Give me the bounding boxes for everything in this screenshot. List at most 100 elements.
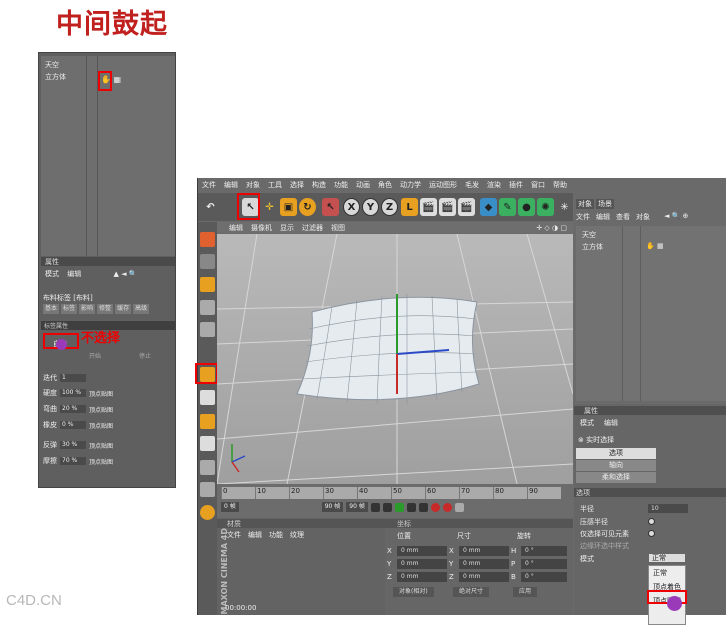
axis-mode-icon[interactable] — [200, 300, 215, 315]
om-menu-file[interactable]: 文件 — [576, 212, 590, 222]
menu-file[interactable]: 文件 — [202, 180, 216, 190]
object-item-cube[interactable]: 立方体 — [582, 242, 603, 252]
soft-selection-tab[interactable]: 柔和选择 — [576, 472, 656, 483]
menu-animate[interactable]: 动画 — [356, 180, 370, 190]
render-view-icon[interactable]: 🎬 — [420, 198, 437, 216]
dropdown-option-normal[interactable]: 正常 — [649, 566, 685, 580]
object-relative-select[interactable]: 对象(相对) — [393, 587, 434, 597]
render-settings-icon[interactable]: 🎬 — [458, 198, 475, 216]
om-menu-view[interactable]: 查看 — [616, 212, 630, 222]
current-frame-field[interactable]: 90 帧 — [321, 502, 344, 512]
prop-value[interactable]: 0 % — [60, 421, 86, 429]
next-frame-icon[interactable] — [406, 502, 416, 512]
viewport-view[interactable]: 视图 — [331, 223, 345, 233]
size-z-field[interactable]: 0 mm — [459, 572, 509, 582]
apply-button[interactable]: 应用 — [513, 587, 538, 597]
record-icon[interactable] — [430, 502, 440, 512]
prop-value[interactable]: 70 % — [60, 457, 86, 465]
size-y-field[interactable]: 0 mm — [459, 559, 509, 569]
menu-select[interactable]: 选择 — [290, 180, 304, 190]
rotate-icon[interactable]: ↻ — [299, 198, 316, 216]
array-icon[interactable]: ✺ — [537, 198, 554, 216]
tab-basic[interactable]: 基本 — [43, 304, 60, 314]
menu-object[interactable]: 对象 — [246, 180, 260, 190]
menu-render[interactable]: 渲染 — [487, 180, 501, 190]
uv-mode-icon[interactable] — [200, 436, 215, 451]
tab-objects[interactable]: 对象 — [576, 199, 594, 209]
texture-mode-icon[interactable] — [200, 254, 215, 269]
prop-value[interactable]: 30 % — [60, 441, 86, 449]
edges-mode-icon[interactable] — [200, 390, 215, 405]
tab-scene[interactable]: 场景 — [596, 199, 614, 209]
attr-edit-menu[interactable]: 编辑 — [604, 418, 618, 428]
last-tool-icon[interactable]: ↖ — [322, 198, 339, 216]
menu-hair[interactable]: 毛发 — [465, 180, 479, 190]
prop-value[interactable]: 100 % — [60, 389, 86, 397]
x-axis-button[interactable]: X — [343, 198, 360, 216]
only-visible-checkbox[interactable] — [648, 530, 655, 537]
material-menu-texture[interactable]: 纹理 — [290, 530, 304, 540]
om-search-icon[interactable]: ◄ 🔍 ⊕ — [664, 212, 688, 222]
menu-structure[interactable]: 构造 — [312, 180, 326, 190]
rotation-h-field[interactable]: 0 ° — [521, 546, 567, 556]
object-item-sky[interactable]: 天空 — [582, 230, 596, 240]
attr-mode-menu[interactable]: 模式 — [580, 418, 594, 428]
material-menu-function[interactable]: 功能 — [269, 530, 283, 540]
goto-start-icon[interactable] — [370, 502, 380, 512]
tweak-icon[interactable] — [200, 322, 215, 337]
position-x-field[interactable]: 0 mm — [397, 546, 447, 556]
viewport-edit[interactable]: 编辑 — [229, 223, 243, 233]
material-menu-edit[interactable]: 编辑 — [248, 530, 262, 540]
prev-frame-icon[interactable] — [382, 502, 392, 512]
position-z-field[interactable]: 0 mm — [397, 572, 447, 582]
auto-key-icon[interactable] — [442, 502, 452, 512]
render-picture-icon[interactable]: 🎬 — [439, 198, 456, 216]
workplane-icon[interactable] — [200, 277, 215, 292]
end-frame-field[interactable]: 90 帧 — [346, 502, 368, 512]
absolute-size-select[interactable]: 绝对尺寸 — [453, 587, 490, 597]
prop-value[interactable]: 1 — [60, 374, 86, 382]
menu-functions[interactable]: 功能 — [334, 180, 348, 190]
move-icon[interactable]: ✛ — [261, 198, 278, 216]
sculpt-icon[interactable] — [200, 505, 215, 520]
start-frame-field[interactable]: 0 帧 — [221, 502, 239, 512]
menu-character[interactable]: 角色 — [378, 180, 392, 190]
mode-select[interactable]: 正常 — [648, 553, 686, 563]
y-axis-button[interactable]: Y — [362, 198, 379, 216]
cloth-tag-icon[interactable]: ✋ ▦ — [646, 242, 664, 250]
material-menu-file[interactable]: 文件 — [227, 530, 241, 540]
menu-window[interactable]: 窗口 — [531, 180, 545, 190]
lock-icon[interactable] — [200, 482, 215, 497]
viewport-display[interactable]: 显示 — [280, 223, 294, 233]
axis-tab[interactable]: 轴向 — [576, 460, 656, 471]
model-mode-icon[interactable] — [200, 232, 215, 247]
tab-tag[interactable]: 标签 — [61, 304, 78, 314]
keyframe-icon[interactable] — [454, 502, 464, 512]
z-axis-button[interactable]: Z — [381, 198, 398, 216]
menu-tools[interactable]: 工具 — [268, 180, 282, 190]
undo-icon[interactable]: ↶ — [202, 198, 219, 216]
menu-mograph[interactable]: 运动图形 — [429, 180, 457, 190]
object-item-cube[interactable]: 立方体 — [45, 72, 66, 82]
timeline-ruler[interactable]: 0 10 20 30 40 50 60 70 80 90 — [221, 487, 561, 499]
menu-dynamics[interactable]: 动力学 — [400, 180, 421, 190]
tab-cache[interactable]: 缓存 — [115, 304, 132, 314]
tab-influence[interactable]: 影响 — [79, 304, 96, 314]
pen-icon[interactable]: ✎ — [499, 198, 516, 216]
play-icon[interactable] — [394, 502, 404, 512]
3d-viewport[interactable] — [217, 234, 573, 484]
pillow-mesh[interactable] — [296, 296, 480, 401]
object-item-sky[interactable]: 天空 — [45, 60, 59, 70]
om-menu-object[interactable]: 对象 — [636, 212, 650, 222]
rotation-p-field[interactable]: 0 ° — [521, 559, 567, 569]
goto-end-icon[interactable] — [418, 502, 428, 512]
pressure-radius-checkbox[interactable] — [648, 518, 655, 525]
tab-dresser[interactable]: 修整 — [97, 304, 114, 314]
menu-edit[interactable]: 编辑 — [224, 180, 238, 190]
radius-field[interactable]: 10 — [648, 504, 688, 513]
menu-plugins[interactable]: 插件 — [509, 180, 523, 190]
menu-help[interactable]: 帮助 — [553, 180, 567, 190]
nav-arrows-icon[interactable]: ▲ ◄ 🔍 — [113, 270, 137, 278]
polygons-mode-icon[interactable] — [200, 414, 215, 429]
cube-icon[interactable]: ◆ — [480, 198, 497, 216]
